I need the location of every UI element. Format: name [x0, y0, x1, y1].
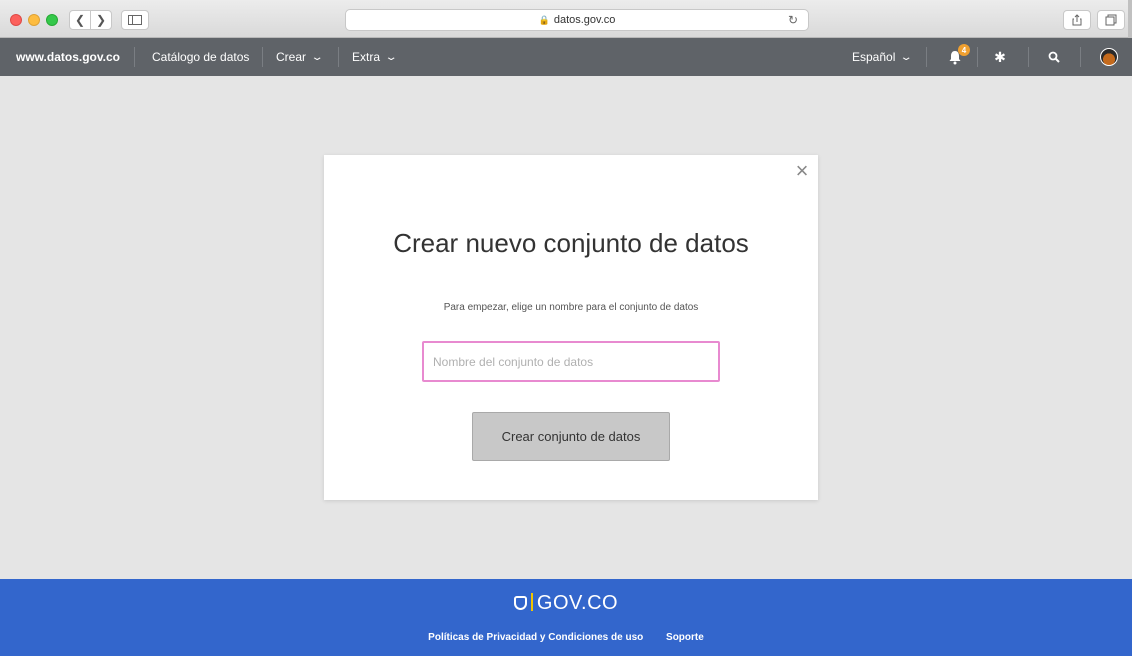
- search-icon[interactable]: [1043, 38, 1065, 76]
- crear-label: Crear: [276, 50, 307, 64]
- minimize-window-button[interactable]: [28, 14, 40, 26]
- maximize-window-button[interactable]: [46, 14, 58, 26]
- crear-menu[interactable]: Crear ⌄: [276, 38, 324, 76]
- window-edge: [1128, 0, 1132, 38]
- language-menu[interactable]: Español ⌄: [852, 38, 914, 76]
- url-text: datos.gov.co: [553, 14, 616, 26]
- lock-icon: 🔒: [538, 14, 550, 25]
- chevron-down-icon: ⌄: [899, 51, 914, 63]
- dialog-subtitle: Para empezar, elige un nombre para el co…: [443, 302, 699, 313]
- reload-icon[interactable]: ↻: [788, 13, 798, 27]
- nav-divider: [926, 47, 927, 67]
- extra-label: Extra: [352, 50, 381, 64]
- chevron-down-icon: ⌄: [384, 51, 398, 63]
- extra-menu[interactable]: Extra ⌄: [352, 38, 398, 76]
- gear-icon[interactable]: ✱: [989, 38, 1011, 76]
- language-label: Español: [852, 50, 896, 64]
- close-icon[interactable]: ×: [792, 160, 812, 182]
- support-link[interactable]: Soporte: [666, 632, 704, 643]
- nav-divider: [134, 47, 135, 67]
- back-icon[interactable]: ❮: [69, 10, 91, 30]
- address-bar[interactable]: 🔒 datos.gov.co ↻: [345, 9, 809, 31]
- tabs-icon[interactable]: [1097, 10, 1125, 30]
- dialog-title: Crear nuevo conjunto de datos: [393, 228, 749, 258]
- nav-divider: [338, 47, 339, 67]
- nav-divider: [977, 47, 978, 67]
- footer: GOV.CO Políticas de Privacidad y Condici…: [0, 579, 1132, 656]
- gov-logo-text: GOV.CO: [536, 592, 619, 614]
- gov-logo[interactable]: GOV.CO: [0, 592, 1132, 615]
- browser-toolbar: ❮ ❯ 🔒 datos.gov.co ↻: [0, 0, 1132, 38]
- nav-divider: [1028, 47, 1029, 67]
- catalog-link[interactable]: Catálogo de datos: [152, 38, 249, 76]
- chevron-down-icon: ⌄: [310, 51, 324, 63]
- privacy-link[interactable]: Políticas de Privacidad y Condiciones de…: [428, 632, 643, 643]
- forward-icon[interactable]: ❯: [90, 10, 112, 30]
- sidebar-icon[interactable]: [121, 10, 149, 30]
- create-dataset-button[interactable]: Crear conjunto de datos: [472, 412, 670, 461]
- avatar[interactable]: [1100, 48, 1118, 66]
- shield-icon: [513, 596, 527, 610]
- dataset-name-input[interactable]: [422, 341, 720, 382]
- close-window-button[interactable]: [10, 14, 22, 26]
- notification-badge: 4: [958, 44, 970, 56]
- share-icon[interactable]: [1063, 10, 1091, 30]
- nav-divider: [1080, 47, 1081, 67]
- nav-divider: [262, 47, 263, 67]
- logo-divider: [530, 593, 533, 611]
- footer-links: Políticas de Privacidad y Condiciones de…: [0, 632, 1132, 643]
- site-home-link[interactable]: www.datos.gov.co: [16, 38, 120, 76]
